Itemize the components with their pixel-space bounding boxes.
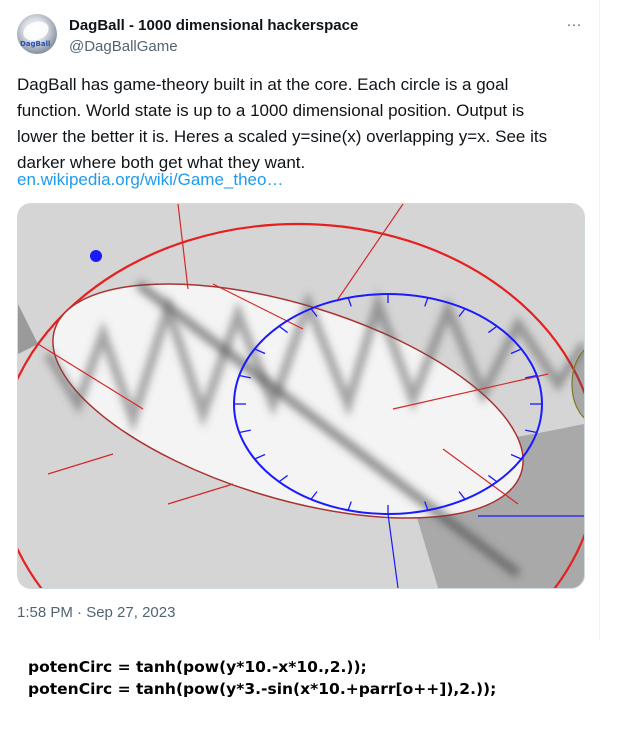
- user-handle[interactable]: @DagBallGame: [69, 38, 178, 55]
- more-options-icon[interactable]: ···: [564, 16, 584, 36]
- blue-dot: [90, 250, 102, 262]
- wikipedia-link[interactable]: en.wikipedia.org/wiki/Game_theo…: [17, 170, 283, 190]
- tweet-text: DagBall has game-theory built in at the …: [17, 75, 548, 172]
- display-name[interactable]: DagBall - 1000 dimensional hackerspace: [69, 17, 358, 34]
- tweet-card: DagBall DagBall - 1000 dimensional hacke…: [0, 0, 600, 640]
- tweet-media-image[interactable]: [17, 203, 585, 589]
- code-line-1: potenCirc = tanh(pow(y*10.-x*10.,2.));: [28, 658, 367, 676]
- timestamp[interactable]: 1:58 PM · Sep 27, 2023: [17, 604, 175, 621]
- code-snippet: potenCirc = tanh(pow(y*10.-x*10.,2.)); po…: [28, 656, 496, 700]
- code-line-2: potenCirc = tanh(pow(y*3.-sin(x*10.+parr…: [28, 680, 497, 698]
- dagball-render: [18, 204, 584, 588]
- avatar[interactable]: DagBall: [17, 14, 57, 54]
- avatar-label: DagBall: [20, 40, 51, 48]
